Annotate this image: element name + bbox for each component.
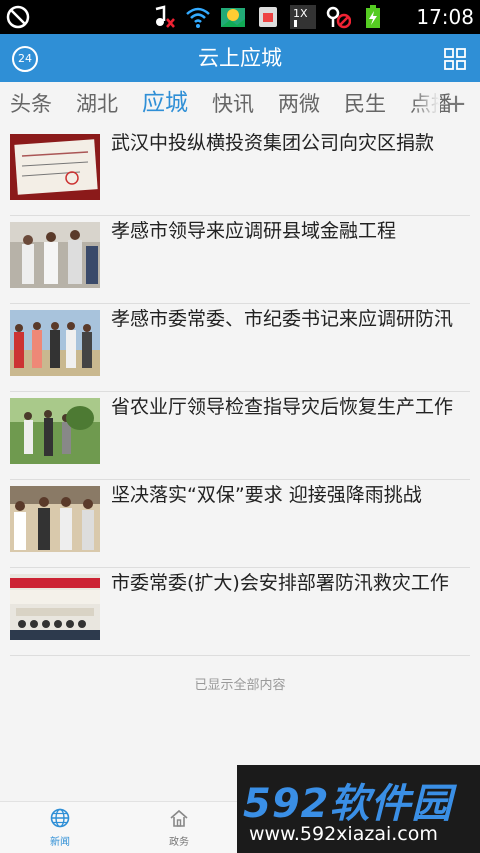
tabs-fade xyxy=(412,82,440,128)
add-channel-icon[interactable]: + xyxy=(442,88,470,120)
news-thumbnail xyxy=(10,486,100,552)
battery-charging-icon xyxy=(360,5,386,29)
news-item[interactable]: 孝感市委常委、市纪委书记来应调研防汛 xyxy=(10,304,470,392)
status-time: 17:08 xyxy=(416,5,474,29)
tab-kuaixun[interactable]: 快讯 xyxy=(212,88,254,120)
status-bar: 1X 17:08 xyxy=(0,0,480,34)
music-muted-icon xyxy=(150,5,176,29)
tab-liangwei[interactable]: 两微 xyxy=(278,88,320,120)
category-tabs: 头条 湖北 应城 快讯 两微 民生 点播 + xyxy=(0,82,480,128)
news-item[interactable]: 武汉中投纵横投资集团公司向灾区捐款 xyxy=(10,128,470,216)
news-title: 市委常委(扩大)会安排部署防汛救灾工作 xyxy=(111,572,449,594)
nav-government-label: 政务 xyxy=(169,837,189,848)
tab-minsheng[interactable]: 民生 xyxy=(344,88,386,120)
sim-card-icon xyxy=(255,5,281,29)
nav-news-label: 新闻 xyxy=(50,837,70,848)
photo-icon xyxy=(220,5,246,29)
network-1x-icon: 1X xyxy=(290,5,316,29)
news-item[interactable]: 孝感市领导来应调研县域金融工程 xyxy=(10,216,470,304)
news-thumbnail xyxy=(10,574,100,640)
tab-hubei[interactable]: 湖北 xyxy=(76,88,118,120)
no-disturb-icon xyxy=(6,5,30,29)
app-header: 24 云上应城 xyxy=(0,34,480,82)
news-list: 武汉中投纵横投资集团公司向灾区捐款 孝感市领导来应调研县域金融工程 孝感市委常委… xyxy=(10,128,470,656)
news-title: 孝感市领导来应调研县域金融工程 xyxy=(111,220,397,242)
news-item[interactable]: 市委常委(扩大)会安排部署防汛救灾工作 xyxy=(10,568,470,656)
page-title: 云上应城 xyxy=(198,46,282,70)
gps-off-icon xyxy=(325,5,352,29)
nav-government[interactable]: 政务 xyxy=(149,808,209,848)
watermark: 592软件园 www.592xiazai.com xyxy=(237,765,480,853)
tab-toutiao[interactable]: 头条 xyxy=(10,88,52,120)
watermark-logo: 592软件园 xyxy=(243,781,453,827)
home-icon xyxy=(170,809,188,827)
news-thumbnail xyxy=(10,222,100,288)
news-title: 武汉中投纵横投资集团公司向灾区捐款 xyxy=(111,132,435,154)
news-item[interactable]: 坚决落实“双保”要求 迎接强降雨挑战 xyxy=(10,480,470,568)
news-title: 省农业厅领导检查指导灾后恢复生产工作 xyxy=(111,396,454,418)
news-thumbnail xyxy=(10,398,100,464)
svg-text:1X: 1X xyxy=(293,7,308,20)
news-item[interactable]: 省农业厅领导检查指导灾后恢复生产工作 xyxy=(10,392,470,480)
grid-menu-icon[interactable] xyxy=(444,48,466,70)
news-title: 坚决落实“双保”要求 迎接强降雨挑战 xyxy=(111,484,422,506)
globe-icon xyxy=(50,808,70,828)
tab-yingcheng[interactable]: 应城 xyxy=(142,87,188,119)
list-end-message: 已显示全部内容 xyxy=(194,678,286,693)
news-thumbnail xyxy=(10,310,100,376)
wifi-icon xyxy=(185,5,211,29)
news-title: 孝感市委常委、市纪委书记来应调研防汛 xyxy=(111,308,454,330)
watermark-url: www.592xiazai.com xyxy=(249,823,438,845)
news-thumbnail xyxy=(10,134,100,200)
nav-news[interactable]: 新闻 xyxy=(30,808,90,848)
